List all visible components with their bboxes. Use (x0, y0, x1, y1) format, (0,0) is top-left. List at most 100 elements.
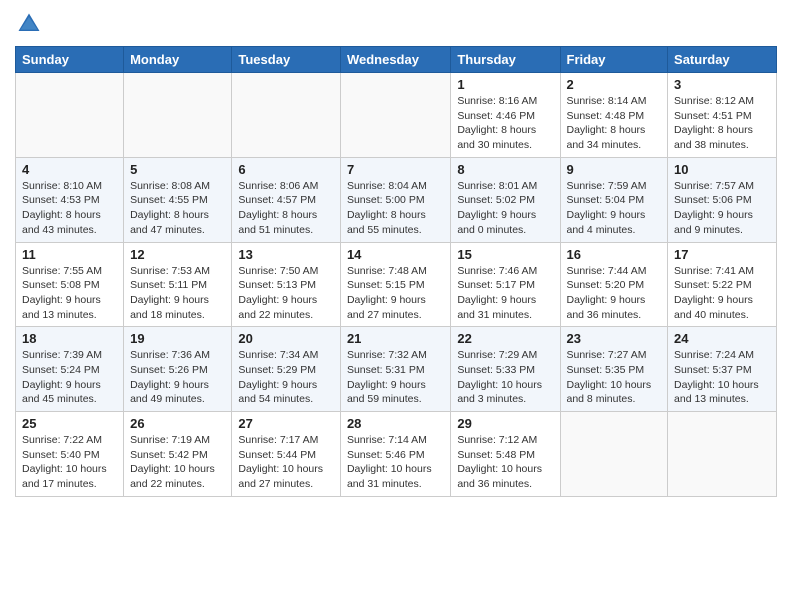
day-info: Sunrise: 7:32 AM Sunset: 5:31 PM Dayligh… (347, 348, 444, 407)
day-info: Sunrise: 7:50 AM Sunset: 5:13 PM Dayligh… (238, 264, 334, 323)
weekday-header-sunday: Sunday (16, 47, 124, 73)
day-cell-21: 21 Sunrise: 7:32 AM Sunset: 5:31 PM Dayli… (340, 327, 450, 412)
day-cell-10: 10 Sunrise: 7:57 AM Sunset: 5:06 PM Dayli… (668, 157, 777, 242)
day-number: 25 (22, 416, 117, 431)
day-info: Sunrise: 8:08 AM Sunset: 4:55 PM Dayligh… (130, 179, 225, 238)
day-cell-2: 2 Sunrise: 8:14 AM Sunset: 4:48 PM Daylig… (560, 73, 668, 158)
day-info: Sunrise: 7:24 AM Sunset: 5:37 PM Dayligh… (674, 348, 770, 407)
day-cell-6: 6 Sunrise: 8:06 AM Sunset: 4:57 PM Daylig… (232, 157, 341, 242)
day-info: Sunrise: 7:19 AM Sunset: 5:42 PM Dayligh… (130, 433, 225, 492)
day-info: Sunrise: 7:29 AM Sunset: 5:33 PM Dayligh… (457, 348, 553, 407)
day-info: Sunrise: 7:14 AM Sunset: 5:46 PM Dayligh… (347, 433, 444, 492)
day-number: 3 (674, 77, 770, 92)
weekday-header-tuesday: Tuesday (232, 47, 341, 73)
week-row-4: 25 Sunrise: 7:22 AM Sunset: 5:40 PM Dayli… (16, 412, 777, 497)
day-info: Sunrise: 8:14 AM Sunset: 4:48 PM Dayligh… (567, 94, 662, 153)
empty-cell (340, 73, 450, 158)
day-number: 15 (457, 247, 553, 262)
day-number: 14 (347, 247, 444, 262)
day-cell-29: 29 Sunrise: 7:12 AM Sunset: 5:48 PM Dayli… (451, 412, 560, 497)
day-cell-9: 9 Sunrise: 7:59 AM Sunset: 5:04 PM Daylig… (560, 157, 668, 242)
day-number: 16 (567, 247, 662, 262)
empty-cell (16, 73, 124, 158)
day-info: Sunrise: 7:44 AM Sunset: 5:20 PM Dayligh… (567, 264, 662, 323)
day-number: 27 (238, 416, 334, 431)
day-cell-15: 15 Sunrise: 7:46 AM Sunset: 5:17 PM Dayli… (451, 242, 560, 327)
day-cell-16: 16 Sunrise: 7:44 AM Sunset: 5:20 PM Dayli… (560, 242, 668, 327)
day-number: 11 (22, 247, 117, 262)
day-cell-13: 13 Sunrise: 7:50 AM Sunset: 5:13 PM Dayli… (232, 242, 341, 327)
day-info: Sunrise: 7:39 AM Sunset: 5:24 PM Dayligh… (22, 348, 117, 407)
weekday-header-row: SundayMondayTuesdayWednesdayThursdayFrid… (16, 47, 777, 73)
weekday-header-wednesday: Wednesday (340, 47, 450, 73)
day-info: Sunrise: 7:55 AM Sunset: 5:08 PM Dayligh… (22, 264, 117, 323)
day-info: Sunrise: 7:36 AM Sunset: 5:26 PM Dayligh… (130, 348, 225, 407)
day-number: 29 (457, 416, 553, 431)
day-number: 21 (347, 331, 444, 346)
day-number: 20 (238, 331, 334, 346)
day-cell-24: 24Sunrise: 7:24 AM Sunset: 5:37 PM Dayli… (668, 327, 777, 412)
day-info: Sunrise: 7:46 AM Sunset: 5:17 PM Dayligh… (457, 264, 553, 323)
day-number: 23 (567, 331, 662, 346)
day-info: Sunrise: 8:04 AM Sunset: 5:00 PM Dayligh… (347, 179, 444, 238)
day-cell-4: 4 Sunrise: 8:10 AM Sunset: 4:53 PM Daylig… (16, 157, 124, 242)
day-number: 8 (457, 162, 553, 177)
day-info: Sunrise: 8:12 AM Sunset: 4:51 PM Dayligh… (674, 94, 770, 153)
day-cell-17: 17 Sunrise: 7:41 AM Sunset: 5:22 PM Dayli… (668, 242, 777, 327)
day-cell-19: 19 Sunrise: 7:36 AM Sunset: 5:26 PM Dayli… (124, 327, 232, 412)
day-number: 26 (130, 416, 225, 431)
day-cell-23: 23Sunrise: 7:27 AM Sunset: 5:35 PM Dayli… (560, 327, 668, 412)
weekday-header-friday: Friday (560, 47, 668, 73)
day-cell-20: 20 Sunrise: 7:34 AM Sunset: 5:29 PM Dayli… (232, 327, 341, 412)
day-cell-3: 3 Sunrise: 8:12 AM Sunset: 4:51 PM Daylig… (668, 73, 777, 158)
weekday-header-saturday: Saturday (668, 47, 777, 73)
day-info: Sunrise: 7:48 AM Sunset: 5:15 PM Dayligh… (347, 264, 444, 323)
day-number: 7 (347, 162, 444, 177)
day-info: Sunrise: 7:22 AM Sunset: 5:40 PM Dayligh… (22, 433, 117, 492)
day-cell-25: 25 Sunrise: 7:22 AM Sunset: 5:40 PM Dayli… (16, 412, 124, 497)
day-info: Sunrise: 8:16 AM Sunset: 4:46 PM Dayligh… (457, 94, 553, 153)
day-info: Sunrise: 8:01 AM Sunset: 5:02 PM Dayligh… (457, 179, 553, 238)
weekday-header-monday: Monday (124, 47, 232, 73)
day-number: 17 (674, 247, 770, 262)
day-info: Sunrise: 7:57 AM Sunset: 5:06 PM Dayligh… (674, 179, 770, 238)
day-cell-27: 27Sunrise: 7:17 AM Sunset: 5:44 PM Dayli… (232, 412, 341, 497)
logo (15, 10, 45, 38)
day-cell-5: 5 Sunrise: 8:08 AM Sunset: 4:55 PM Daylig… (124, 157, 232, 242)
day-info: Sunrise: 7:59 AM Sunset: 5:04 PM Dayligh… (567, 179, 662, 238)
day-cell-7: 7 Sunrise: 8:04 AM Sunset: 5:00 PM Daylig… (340, 157, 450, 242)
week-row-2: 11 Sunrise: 7:55 AM Sunset: 5:08 PM Dayli… (16, 242, 777, 327)
day-number: 13 (238, 247, 334, 262)
day-info: Sunrise: 8:06 AM Sunset: 4:57 PM Dayligh… (238, 179, 334, 238)
empty-cell (232, 73, 341, 158)
day-number: 2 (567, 77, 662, 92)
day-info: Sunrise: 7:12 AM Sunset: 5:48 PM Dayligh… (457, 433, 553, 492)
day-info: Sunrise: 8:10 AM Sunset: 4:53 PM Dayligh… (22, 179, 117, 238)
empty-cell (124, 73, 232, 158)
day-cell-22: 22Sunrise: 7:29 AM Sunset: 5:33 PM Dayli… (451, 327, 560, 412)
page: SundayMondayTuesdayWednesdayThursdayFrid… (0, 0, 792, 612)
day-cell-11: 11 Sunrise: 7:55 AM Sunset: 5:08 PM Dayli… (16, 242, 124, 327)
week-row-0: 1Sunrise: 8:16 AM Sunset: 4:46 PM Daylig… (16, 73, 777, 158)
day-number: 6 (238, 162, 334, 177)
day-number: 5 (130, 162, 225, 177)
day-number: 18 (22, 331, 117, 346)
day-cell-26: 26 Sunrise: 7:19 AM Sunset: 5:42 PM Dayli… (124, 412, 232, 497)
day-cell-28: 28Sunrise: 7:14 AM Sunset: 5:46 PM Dayli… (340, 412, 450, 497)
empty-cell (668, 412, 777, 497)
day-number: 9 (567, 162, 662, 177)
day-cell-12: 12Sunrise: 7:53 AM Sunset: 5:11 PM Dayli… (124, 242, 232, 327)
day-cell-1: 1Sunrise: 8:16 AM Sunset: 4:46 PM Daylig… (451, 73, 560, 158)
day-info: Sunrise: 7:41 AM Sunset: 5:22 PM Dayligh… (674, 264, 770, 323)
logo-icon (15, 10, 43, 38)
day-number: 10 (674, 162, 770, 177)
day-number: 19 (130, 331, 225, 346)
day-cell-14: 14 Sunrise: 7:48 AM Sunset: 5:15 PM Dayli… (340, 242, 450, 327)
day-cell-8: 8 Sunrise: 8:01 AM Sunset: 5:02 PM Daylig… (451, 157, 560, 242)
week-row-1: 4 Sunrise: 8:10 AM Sunset: 4:53 PM Daylig… (16, 157, 777, 242)
day-number: 4 (22, 162, 117, 177)
weekday-header-thursday: Thursday (451, 47, 560, 73)
day-info: Sunrise: 7:34 AM Sunset: 5:29 PM Dayligh… (238, 348, 334, 407)
empty-cell (560, 412, 668, 497)
day-cell-18: 18 Sunrise: 7:39 AM Sunset: 5:24 PM Dayli… (16, 327, 124, 412)
